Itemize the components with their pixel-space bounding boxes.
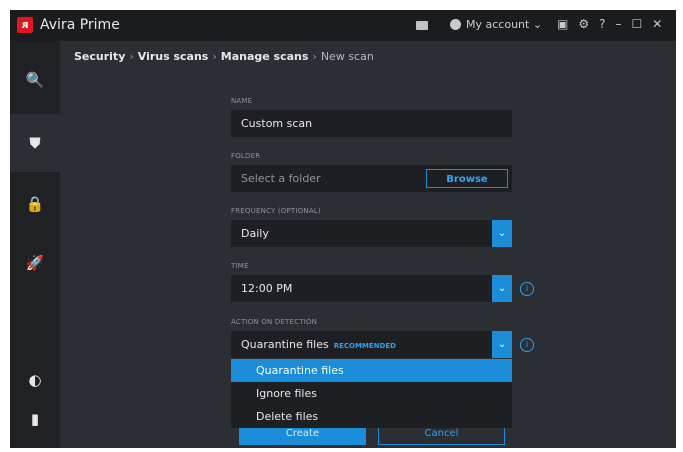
head-profile-icon: ◐ — [28, 371, 42, 389]
breadcrumb-manage-scans[interactable]: Manage scans — [221, 50, 309, 63]
dropdown-option-ignore[interactable]: Ignore files — [231, 382, 512, 405]
folder-placeholder: Select a folder — [241, 172, 321, 185]
chevron-down-icon[interactable]: ⌄ — [492, 331, 512, 358]
app-title: Avira Prime — [40, 17, 120, 33]
shield-check-icon: ⛊ — [29, 134, 41, 152]
help-button[interactable]: ? — [599, 17, 605, 31]
avira-logo-icon: ᴙ — [17, 17, 33, 33]
folder-label: FOLDER — [231, 152, 261, 160]
time-value: 12:00 PM — [241, 282, 293, 295]
folder-input[interactable]: Select a folder Browse — [231, 165, 512, 192]
sidebar-item-status[interactable]: 🔍 — [10, 51, 60, 109]
maximize-button[interactable]: ☐ — [631, 17, 642, 31]
dropdown-option-delete[interactable]: Delete files — [231, 405, 512, 428]
window-controls: ▣ ⚙ ? – ☐ ✕ — [557, 17, 662, 31]
time-select[interactable]: 12:00 PM ⌄ — [231, 275, 512, 302]
action-select[interactable]: Quarantine files RECOMMENDED ⌄ — [231, 331, 512, 358]
breadcrumb: Security › Virus scans › Manage scans › New sc… — [74, 50, 374, 63]
create-button[interactable]: Create — [239, 427, 366, 445]
gear-icon[interactable]: ⚙ — [578, 17, 589, 31]
breadcrumb-current: New scan — [320, 50, 374, 63]
chevron-down-icon[interactable]: ⌄ — [492, 275, 512, 302]
action-info-icon[interactable]: i — [520, 338, 534, 352]
browse-button[interactable]: Browse — [426, 169, 508, 188]
action-dropdown-list: Quarantine files Ignore files Delete fil… — [231, 359, 512, 428]
rocket-icon: 🚀 — [25, 254, 45, 272]
account-label: My account ⌄ — [466, 18, 543, 31]
name-label: NAME — [231, 97, 253, 105]
dropdown-option-quarantine[interactable]: Quarantine files — [231, 359, 512, 382]
sidebar-item-security[interactable]: ⛊ — [10, 114, 60, 172]
breadcrumb-security[interactable]: Security — [74, 50, 125, 63]
cancel-button[interactable]: Cancel — [378, 427, 505, 445]
chevron-down-icon[interactable]: ⌄ — [492, 220, 512, 247]
mail-icon[interactable] — [416, 21, 428, 30]
sidebar-item-performance[interactable]: 🚀 — [10, 234, 60, 292]
sidebar-item-device[interactable]: ▮ — [10, 390, 60, 448]
my-account-button[interactable]: My account ⌄ — [450, 18, 542, 31]
search-shield-icon: 🔍 — [25, 71, 45, 89]
name-input[interactable]: Custom scan — [231, 110, 512, 137]
time-label: TIME — [231, 262, 249, 270]
time-info-icon[interactable]: i — [520, 282, 534, 296]
breadcrumb-virus-scans[interactable]: Virus scans — [138, 50, 209, 63]
sidebar: 🔍 ⛊ 🔒 🚀 ◐ ▮ — [10, 41, 60, 448]
action-label: ACTION ON DETECTION — [231, 318, 318, 326]
frequency-value: Daily — [241, 227, 269, 240]
feedback-icon[interactable]: ▣ — [557, 17, 568, 31]
lock-icon: 🔒 — [25, 195, 45, 213]
action-value: Quarantine files — [241, 338, 329, 351]
phone-icon: ▮ — [30, 410, 40, 428]
app-window: ᴙ Avira Prime My account ⌄ ▣ ⚙ ? – ☐ ✕ 🔍… — [10, 10, 676, 448]
sidebar-item-privacy[interactable]: 🔒 — [10, 175, 60, 233]
main-panel: Security › Virus scans › Manage scans › New sc… — [60, 41, 676, 448]
close-button[interactable]: ✕ — [652, 17, 662, 31]
frequency-label: FREQUENCY (OPTIONAL) — [231, 207, 321, 215]
title-bar: ᴙ Avira Prime My account ⌄ ▣ ⚙ ? – ☐ ✕ — [10, 10, 676, 41]
minimize-button[interactable]: – — [615, 17, 621, 31]
recommended-badge: RECOMMENDED — [333, 342, 396, 350]
frequency-select[interactable]: Daily ⌄ — [231, 220, 512, 247]
account-icon — [450, 19, 461, 30]
